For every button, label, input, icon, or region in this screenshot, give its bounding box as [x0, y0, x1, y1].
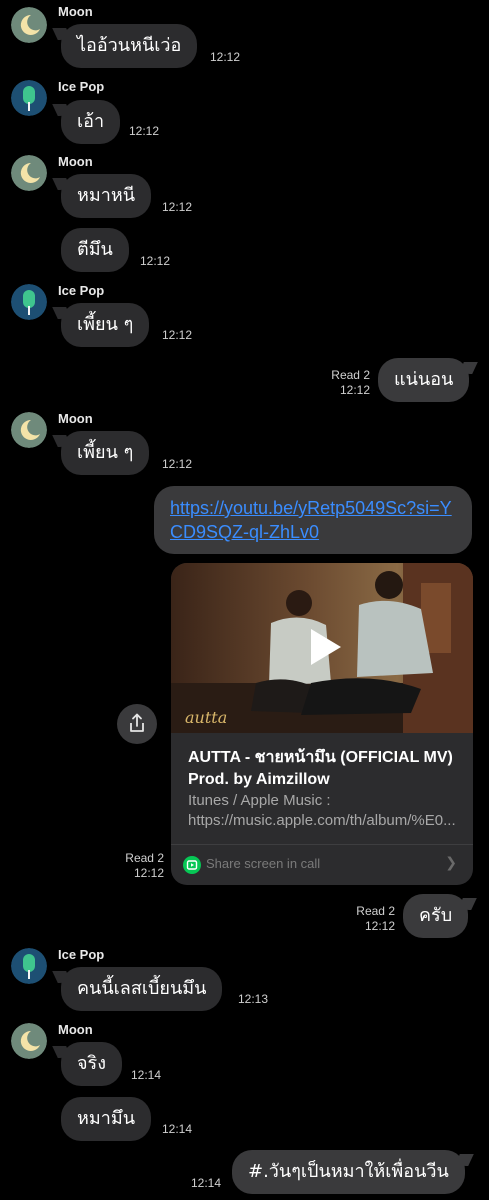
message-bubble[interactable]: เพี้ยน ๆ — [61, 431, 150, 475]
preview-title: AUTTA - ชายหน้ามึน (OFFICIAL MV) Prod. b… — [188, 749, 453, 788]
read-receipt: Read 2 12:12 — [343, 904, 395, 934]
read-label: Read 2 — [125, 851, 164, 865]
moon-avatar-icon — [11, 7, 47, 43]
message-time: 12:12 — [162, 457, 193, 471]
message-bubble[interactable]: คนนี้เลสเบี้ยนมึน — [61, 967, 223, 1011]
sender-name: Moon — [58, 4, 93, 19]
read-label: Read 2 — [356, 904, 395, 918]
message-bubble[interactable]: หมาหนี — [61, 174, 152, 218]
avatar-icepop[interactable] — [11, 284, 47, 320]
preview-description: Itunes / Apple Music : https://music.app… — [188, 792, 456, 829]
read-receipt: Read 2 12:12 — [318, 368, 370, 398]
chevron-right-icon: ❯ — [445, 855, 457, 871]
share-screen-icon — [183, 856, 201, 874]
message-bubble[interactable]: เอ้า — [61, 100, 121, 144]
sender-name: Moon — [58, 154, 93, 169]
icepop-avatar-icon — [11, 80, 47, 116]
message-bubble[interactable]: #.วันๆเป็นหมาให้เพื่อนวีน — [232, 1150, 465, 1194]
message-bubble[interactable]: ไออ้วนหนีเว่อ — [61, 24, 198, 68]
sender-name: Moon — [58, 1022, 93, 1037]
message-bubble[interactable]: หมามึน — [61, 1097, 152, 1141]
message-time: 12:14 — [191, 1176, 222, 1190]
message-time: 12:13 — [238, 992, 269, 1006]
icepop-avatar-icon — [11, 284, 47, 320]
avatar-icepop[interactable] — [11, 948, 47, 984]
share-button[interactable] — [117, 704, 157, 744]
message-bubble[interactable]: จริง — [61, 1042, 123, 1086]
avatar-icepop[interactable] — [11, 80, 47, 116]
icepop-avatar-icon — [11, 948, 47, 984]
thumbnail-signature: autta — [185, 708, 227, 727]
link-preview-card[interactable]: autta AUTTA - ชายหน้ามึน (OFFICIAL MV) P… — [171, 563, 473, 885]
message-time: 12:12 — [162, 328, 193, 342]
avatar-moon[interactable] — [11, 1023, 47, 1059]
avatar-moon[interactable] — [11, 412, 47, 448]
share-screen-row[interactable]: Share screen in call ❯ — [183, 854, 461, 876]
message-time: 12:14 — [162, 1122, 193, 1136]
sender-name: Ice Pop — [58, 947, 105, 962]
moon-avatar-icon — [11, 1023, 47, 1059]
message-time: 12:12 — [364, 919, 395, 933]
message-bubble[interactable]: เพี้ยน ๆ — [61, 303, 150, 347]
read-receipt: Read 2 12:12 — [112, 851, 164, 881]
share-screen-label: Share screen in call — [206, 856, 321, 871]
message-time: 12:12 — [140, 254, 171, 268]
message-time: 12:12 — [129, 124, 160, 138]
divider — [171, 844, 473, 845]
message-time: 12:14 — [131, 1068, 162, 1082]
message-time: 12:12 — [339, 383, 370, 397]
avatar-moon[interactable] — [11, 155, 47, 191]
share-icon — [130, 713, 144, 732]
message-time: 12:12 — [162, 200, 193, 214]
message-bubble[interactable]: แน่นอน — [378, 358, 470, 402]
video-thumbnail[interactable]: autta — [171, 563, 473, 733]
moon-avatar-icon — [11, 155, 47, 191]
avatar-moon[interactable] — [11, 7, 47, 43]
message-time: 12:12 — [133, 866, 164, 880]
sender-name: Ice Pop — [58, 283, 105, 298]
moon-avatar-icon — [11, 412, 47, 448]
play-icon[interactable] — [301, 625, 345, 669]
message-bubble[interactable]: ครับ — [403, 894, 469, 938]
read-label: Read 2 — [331, 368, 370, 382]
message-time: 12:12 — [210, 50, 241, 64]
link-message[interactable]: https://youtu.be/yRetp5049Sc?si=YCD9SQZ-… — [154, 486, 472, 554]
sender-name: Ice Pop — [58, 79, 105, 94]
message-bubble[interactable]: ตีมึน — [61, 228, 129, 272]
sender-name: Moon — [58, 411, 93, 426]
